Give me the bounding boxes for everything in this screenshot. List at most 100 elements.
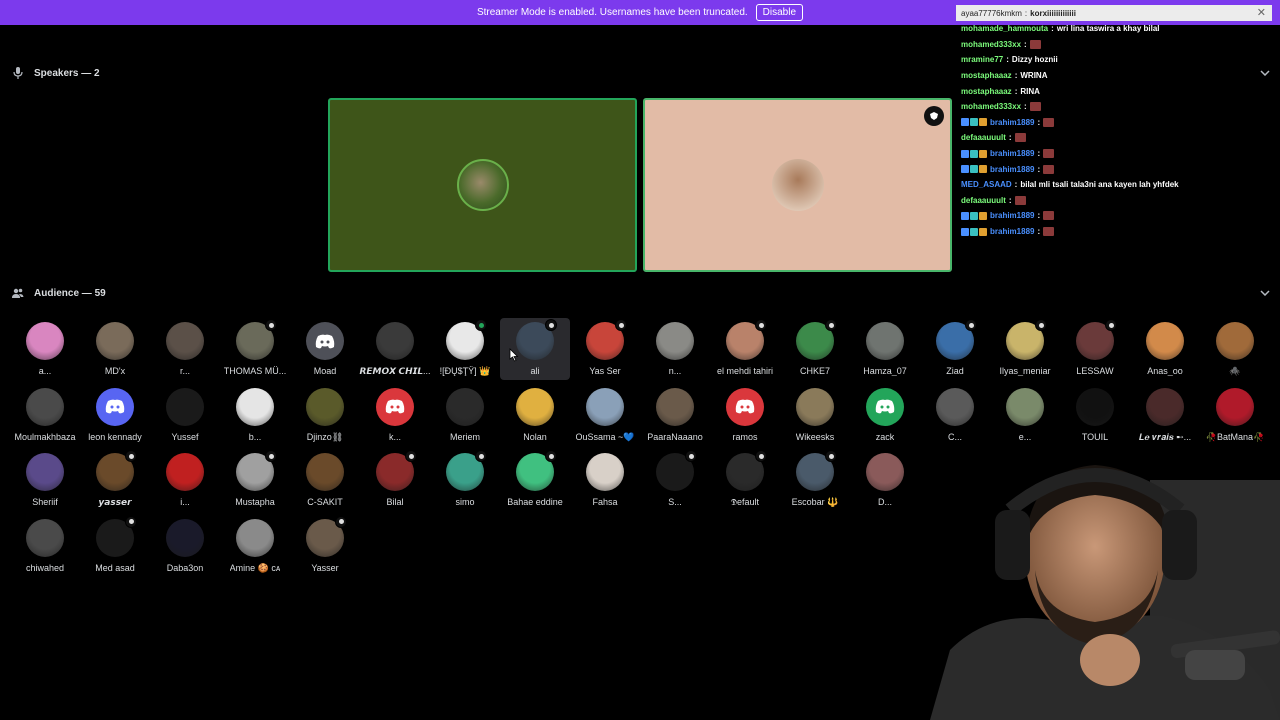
audience-member[interactable]: chiwahed xyxy=(10,515,80,577)
audience-member[interactable]: k... xyxy=(360,384,430,446)
avatar xyxy=(516,450,557,491)
audience-member-name: Ilyas_meniar xyxy=(999,366,1051,376)
chat-line: MED_ASAAD: bilal mli tsali tala3ni ana ka… xyxy=(961,180,1179,190)
speaker-tile[interactable] xyxy=(328,98,637,272)
audience-member-name: Moad xyxy=(313,366,337,376)
audience-member[interactable]: 🥀BatMana🥀 xyxy=(1200,384,1270,446)
avatar xyxy=(586,319,627,360)
audience-member[interactable]: MD'x xyxy=(80,318,150,380)
avatar xyxy=(1006,319,1047,360)
audience-member[interactable]: 𝙮𝙖𝙨𝙨𝙚𝙧 xyxy=(80,449,150,511)
audience-member[interactable]: CHKE7 xyxy=(780,318,850,380)
audience-member[interactable]: e... xyxy=(990,384,1060,446)
audience-member-name: Mustapha xyxy=(235,497,275,507)
audience-member-name: n... xyxy=(668,366,682,376)
audience-member[interactable]: simo xyxy=(430,449,500,511)
chevron-down-icon[interactable] xyxy=(1258,286,1272,300)
audience-member-name: C-SAKIT xyxy=(307,497,343,507)
audience-member[interactable]: zack xyxy=(850,384,920,446)
audience-member[interactable]: TOUIL xyxy=(1060,384,1130,446)
audience-member-name: r... xyxy=(179,366,190,376)
muted-badge-icon xyxy=(335,515,347,528)
disable-streamer-mode-button[interactable]: Disable xyxy=(755,4,804,21)
chat-pinned-message: ayaa77776kmkm : korxiiiiiiiiiiiii ✕ xyxy=(956,5,1272,21)
audience-member[interactable]: C... xyxy=(920,384,990,446)
stream-chat-overlay: ayaa77776kmkm : korxiiiiiiiiiiiii ✕ moha… xyxy=(956,5,1276,239)
audience-member[interactable]: ramos xyxy=(710,384,780,446)
audience-member-name: simo xyxy=(455,497,475,507)
audience-member-name: Yasser xyxy=(311,562,339,573)
audience-member[interactable]: THOMAS MÜ... xyxy=(220,318,290,380)
audience-member[interactable]: Hamza_07 xyxy=(850,318,920,380)
audience-member[interactable]: LESSAW xyxy=(1060,318,1130,380)
moderator-icon xyxy=(924,106,944,126)
audience-member[interactable]: ![ĐŲ$ŢŸ] 👑 xyxy=(430,318,500,380)
audience-member[interactable]: Moulmakhbaza xyxy=(10,384,80,446)
emote-icon xyxy=(1043,164,1055,174)
avatar xyxy=(1216,322,1254,360)
emote-icon xyxy=(1043,117,1055,127)
chat-lines: mohamade_hammouta: wri lina taswira a kha… xyxy=(956,21,1276,239)
audience-member[interactable]: r... xyxy=(150,318,220,380)
audience-member-name: Hamza_07 xyxy=(863,366,907,376)
audience-member[interactable]: i... xyxy=(150,449,220,511)
chat-badge-icon xyxy=(961,211,987,220)
muted-badge-icon xyxy=(125,450,137,462)
audience-member[interactable]: Sheriif xyxy=(10,449,80,511)
avatar xyxy=(726,450,767,491)
audience-member-name: 🥀BatMana🥀 xyxy=(1205,431,1265,442)
avatar xyxy=(96,322,134,360)
muted-badge-icon xyxy=(1105,319,1117,331)
audience-member[interactable]: a... xyxy=(10,318,80,380)
audience-member[interactable]: Escobar 🔱 xyxy=(780,449,850,511)
avatar xyxy=(1076,319,1117,360)
avatar xyxy=(516,319,557,360)
audience-member[interactable]: Yasser xyxy=(290,515,360,577)
audience-member[interactable]: Djinzo⛓ xyxy=(290,384,360,446)
audience-member[interactable]: 🕷️ xyxy=(1200,318,1270,380)
audience-member[interactable]: b... xyxy=(220,384,290,446)
audience-member[interactable]: Ziad xyxy=(920,318,990,380)
audience-member-name: Fahsa xyxy=(592,497,618,507)
muted-badge-icon xyxy=(265,319,277,331)
audience-member[interactable]: OuSsama ~💙 xyxy=(570,384,640,446)
audience-member[interactable]: PaaraNaaano xyxy=(640,384,710,446)
audience-member[interactable]: D... xyxy=(850,449,920,511)
audience-member[interactable]: C-SAKIT xyxy=(290,449,360,511)
audience-member[interactable]: Wikeesks xyxy=(780,384,850,446)
avatar xyxy=(166,387,204,426)
speaker-tile[interactable] xyxy=(643,98,952,272)
audience-member[interactable]: 𝑳𝒆 𝒗𝒓𝒂𝒊𝒔 ➸... xyxy=(1130,384,1200,446)
chat-username: brahim1889 xyxy=(990,117,1035,127)
audience-member[interactable]: 𝕯efault xyxy=(710,449,780,511)
audience-member[interactable]: Meriem xyxy=(430,384,500,446)
audience-member[interactable]: Moad xyxy=(290,318,360,380)
audience-member[interactable]: Med asad xyxy=(80,515,150,577)
audience-member[interactable]: S... xyxy=(640,449,710,511)
chat-username: mohamade_hammouta xyxy=(961,24,1049,34)
audience-member[interactable]: Ilyas_meniar xyxy=(990,318,1060,380)
muted-badge-icon xyxy=(405,450,417,462)
avatar xyxy=(446,450,487,491)
audience-member[interactable]: Yas Ser xyxy=(570,318,640,380)
audience-member[interactable]: Nolan xyxy=(500,384,570,446)
chat-username: brahim1889 xyxy=(990,227,1035,237)
close-icon[interactable]: ✕ xyxy=(1257,6,1266,19)
audience-member[interactable]: Yussef xyxy=(150,384,220,446)
audience-member[interactable]: Daba3on xyxy=(150,515,220,577)
audience-member[interactable]: Bilal xyxy=(360,449,430,511)
muted-badge-icon xyxy=(545,319,557,331)
emote-icon xyxy=(1014,195,1026,205)
audience-member[interactable]: leon kennady xyxy=(80,384,150,446)
audience-member[interactable]: Fahsa xyxy=(570,449,640,511)
audience-member[interactable]: n... xyxy=(640,318,710,380)
audience-header[interactable]: Audience — 59 xyxy=(10,283,1272,303)
chat-badge-icon xyxy=(961,165,987,174)
audience-member-name: b... xyxy=(248,431,262,442)
audience-member[interactable]: Amine 🍪 ᴄᴀ xyxy=(220,515,290,577)
audience-member[interactable]: Anas_oo xyxy=(1130,318,1200,380)
audience-member[interactable]: Mustapha xyxy=(220,449,290,511)
audience-member[interactable]: Bahae eddine xyxy=(500,449,570,511)
audience-member[interactable]: el mehdi tahiri xyxy=(710,318,780,380)
audience-member[interactable]: 𝙍𝙀𝙈𝙊𝙓 𝘾𝙃𝙄𝙇... xyxy=(359,318,431,380)
